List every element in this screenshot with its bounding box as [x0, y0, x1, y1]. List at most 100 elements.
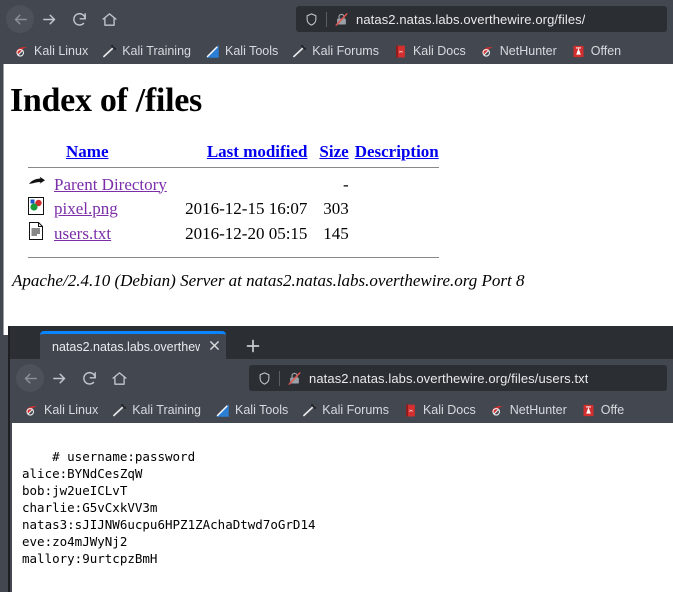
bookmark-kali-training[interactable]: Kali Training	[95, 44, 198, 59]
table-row: pixel.png 2016-12-15 16:07 303	[22, 196, 445, 221]
header-last-modified[interactable]: Last modified	[173, 142, 314, 162]
back-button[interactable]	[16, 364, 44, 392]
crossed-out-lock-icon[interactable]	[287, 371, 302, 386]
arrow-left-icon	[12, 11, 29, 28]
file-link-pixel-png[interactable]: pixel.png	[54, 199, 118, 218]
divider	[28, 257, 439, 258]
offensive-security-icon	[571, 44, 586, 59]
header-description[interactable]: Description	[355, 142, 445, 162]
row-size: 145	[323, 223, 349, 243]
bookmark-nethunter[interactable]: NetHunter	[483, 403, 574, 418]
address-bar[interactable]: natas2.natas.labs.overthewire.org/files/	[296, 6, 667, 32]
header-last-modified-link[interactable]: Last modified	[207, 142, 308, 161]
directory-table: Name Last modified Size Description Pare…	[22, 142, 445, 263]
kali-dragon-icon	[24, 403, 39, 418]
tab-title: natas2.natas.labs.overthewir	[52, 339, 200, 354]
server-signature: Apache/2.4.10 (Debian) Server at natas2.…	[12, 271, 525, 290]
row-last-modified	[173, 173, 314, 196]
bookmark-label: Offen	[590, 44, 622, 58]
bookmark-label: Kali Forums	[312, 44, 379, 58]
row-last-modified: 2016-12-20 05:15	[185, 223, 308, 243]
window-left-edge-line	[3, 64, 4, 335]
arrow-right-icon	[51, 370, 68, 387]
table-divider-row	[22, 246, 445, 263]
bookmark-kali-docs[interactable]: ✂ Kali Docs	[386, 44, 473, 59]
home-button[interactable]	[94, 4, 124, 34]
parent-directory-icon	[28, 174, 46, 190]
bookmark-kali-docs[interactable]: ✂ Kali Docs	[396, 403, 483, 418]
header-size-link[interactable]: Size	[319, 142, 348, 161]
kali-sword-icon	[102, 44, 117, 59]
row-last-modified: 2016-12-15 16:07	[185, 198, 308, 218]
bookmark-kali-forums[interactable]: Kali Forums	[295, 403, 396, 418]
home-icon	[111, 370, 128, 387]
file-link-users-txt[interactable]: users.txt	[54, 224, 111, 243]
header-name[interactable]: Name	[50, 142, 173, 162]
nethunter-icon	[480, 44, 495, 59]
bookmark-label: Kali Forums	[322, 403, 389, 417]
table-row: Parent Directory -	[22, 173, 445, 196]
bookmarks-bar: Kali Linux Kali Training Kali Tools Kali…	[10, 397, 673, 423]
row-size: 303	[323, 198, 349, 218]
nethunter-icon	[490, 403, 505, 418]
bookmark-kali-tools[interactable]: Kali Tools	[208, 403, 295, 418]
arrow-right-icon	[41, 11, 58, 28]
row-name[interactable]: pixel.png	[50, 196, 173, 221]
row-name[interactable]: users.txt	[50, 221, 173, 246]
bookmark-label: Kali Docs	[422, 403, 476, 417]
bookmark-kali-tools[interactable]: Kali Tools	[198, 44, 285, 59]
arrow-left-icon	[22, 370, 39, 387]
tab-users-txt[interactable]: natas2.natas.labs.overthewir	[40, 331, 226, 359]
bookmark-kali-forums[interactable]: Kali Forums	[285, 44, 386, 59]
address-bar-divider	[326, 11, 327, 27]
reload-button[interactable]	[64, 4, 94, 34]
bookmark-label: Kali Tools	[235, 403, 289, 417]
table-header-row: Name Last modified Size Description	[22, 142, 445, 162]
header-size[interactable]: Size	[313, 142, 354, 162]
browser-window-foreground[interactable]: natas2.natas.labs.overthewir natas2.nata…	[8, 326, 673, 592]
forward-button[interactable]	[34, 4, 64, 34]
bookmark-kali-training[interactable]: Kali Training	[105, 403, 208, 418]
page-content-users-txt: # username:password alice:BYNdCesZqW bob…	[12, 423, 673, 592]
bookmark-label: Kali Tools	[225, 44, 279, 58]
bookmark-offensive-security[interactable]: Offe	[574, 403, 631, 418]
reload-icon	[81, 370, 98, 387]
bookmark-label: Kali Docs	[412, 44, 466, 58]
forward-button[interactable]	[44, 363, 74, 393]
header-description-link[interactable]: Description	[355, 142, 439, 161]
users-txt-content: # username:password alice:BYNdCesZqW bob…	[22, 449, 316, 566]
parent-directory-link[interactable]: Parent Directory	[54, 175, 167, 194]
bookmark-nethunter[interactable]: NetHunter	[473, 44, 564, 59]
kali-docs-book-icon: ✂	[403, 403, 418, 418]
row-icon-cell	[22, 221, 50, 246]
crossed-out-lock-icon[interactable]	[334, 12, 349, 27]
row-name[interactable]: Parent Directory	[50, 173, 173, 196]
row-icon-cell	[22, 173, 50, 196]
shield-icon[interactable]	[304, 12, 319, 27]
navigation-toolbar-background: natas2.natas.labs.overthewire.org/files/	[0, 0, 673, 38]
divider	[28, 167, 439, 168]
back-button[interactable]	[6, 5, 34, 33]
plus-icon	[246, 339, 260, 353]
tab-strip: natas2.natas.labs.overthewir	[10, 326, 673, 359]
image-file-icon	[28, 197, 44, 215]
bookmark-offensive-security[interactable]: Offen	[564, 44, 628, 59]
home-button[interactable]	[104, 363, 134, 393]
bookmark-kali-linux[interactable]: Kali Linux	[4, 44, 95, 59]
row-description	[355, 221, 445, 246]
bookmark-kali-linux[interactable]: Kali Linux	[14, 403, 105, 418]
kali-sword-icon	[292, 44, 307, 59]
tabstrip-left-spacer	[10, 326, 40, 359]
bookmarks-bar: Kali Linux Kali Training Kali Tools Kali…	[0, 38, 673, 64]
row-icon-cell	[22, 196, 50, 221]
bookmark-label: Kali Training	[122, 44, 191, 58]
shield-icon[interactable]	[257, 371, 272, 386]
close-icon[interactable]	[206, 339, 222, 354]
header-name-link[interactable]: Name	[66, 142, 108, 161]
apache-index: Index of /files Name Last modified Size …	[0, 64, 673, 291]
kali-sword-icon	[112, 403, 127, 418]
address-bar[interactable]: natas2.natas.labs.overthewire.org/files/…	[249, 365, 667, 391]
reload-button[interactable]	[74, 363, 104, 393]
address-bar-url: natas2.natas.labs.overthewire.org/files/	[356, 11, 586, 27]
new-tab-button[interactable]	[238, 336, 268, 359]
